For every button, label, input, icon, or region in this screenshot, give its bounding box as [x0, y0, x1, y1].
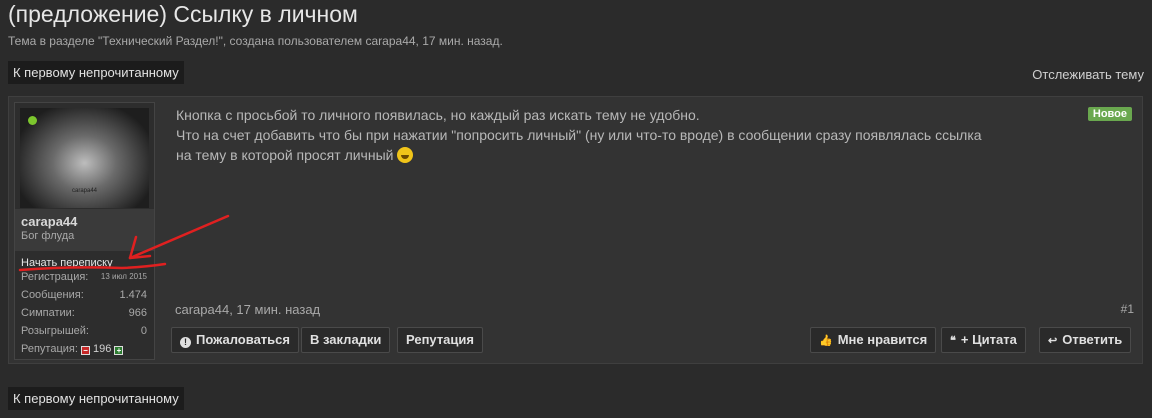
annotation-underline: [18, 262, 167, 272]
annotation-arrow: [18, 214, 230, 272]
first-unread-button-bottom[interactable]: К первому непрочитанному: [8, 387, 184, 410]
annotation-arrow-shaft: [128, 214, 230, 260]
